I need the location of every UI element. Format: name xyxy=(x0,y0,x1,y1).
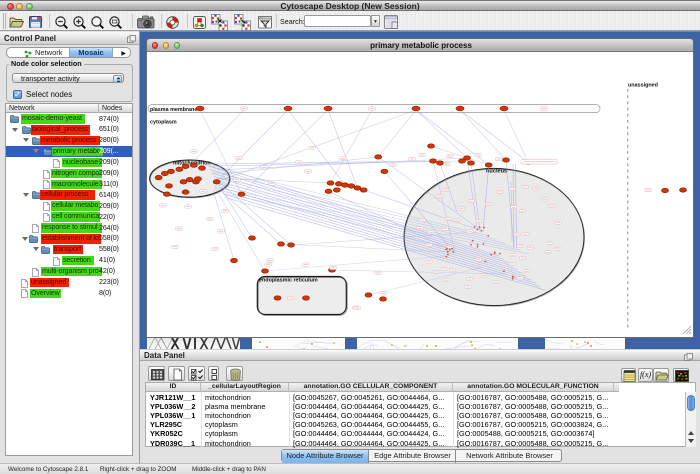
svg-text:plasma membrane: plasma membrane xyxy=(150,107,197,113)
svg-text:endoplasmic reticulum: endoplasmic reticulum xyxy=(259,278,318,284)
svg-text:unassigned: unassigned xyxy=(628,83,658,89)
svg-text:cytoplasm: cytoplasm xyxy=(150,120,177,126)
svg-text:nucleus: nucleus xyxy=(486,169,507,175)
